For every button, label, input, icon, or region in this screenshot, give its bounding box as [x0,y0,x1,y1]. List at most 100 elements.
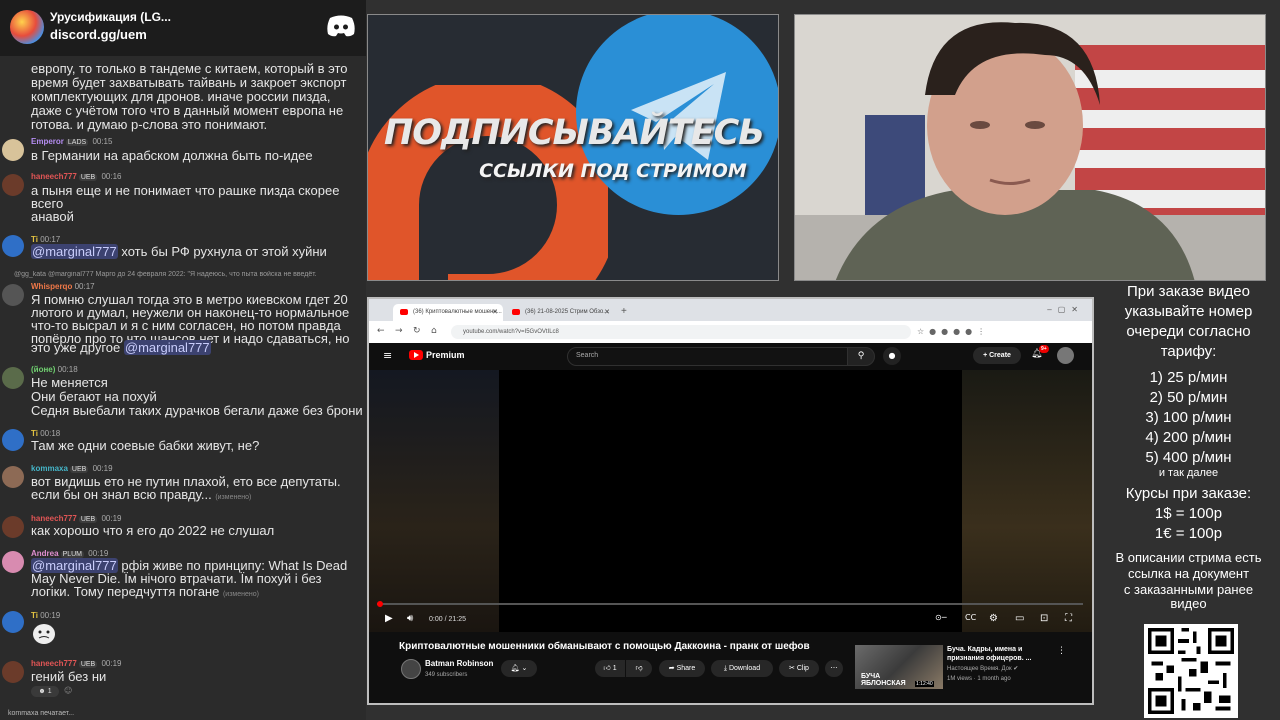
create-button[interactable]: + Create [973,347,1021,364]
message-text: Седня выебали таких дурачков бегали даже… [31,403,363,418]
window-controls[interactable]: –▢✕ [1047,305,1084,314]
volume-icon[interactable]: 🔊︎ [407,613,413,624]
message-text: @marginal777 хоть бы РФ рухнула от этой … [31,244,327,259]
miniplayer-icon[interactable]: ▭ [1015,613,1024,624]
notification-bell-button[interactable]: 🔔︎ ⌄ [501,660,537,677]
browser-extensions[interactable]: ☆●●●●⋮ [917,327,990,336]
settings-gear-icon[interactable]: ⚙ [989,613,998,624]
add-reaction-icon[interactable]: ☺ [64,686,72,695]
user-avatar[interactable] [2,551,24,573]
message-text: готова. и думаю р-слова это понимают. [31,117,268,132]
timestamp: 00:19 [101,659,122,668]
fullscreen-icon[interactable]: ⛶ [1065,613,1072,624]
rate-eur: 1€ = 100р [1154,525,1223,542]
autoplay-toggle[interactable]: ⊙─ [935,613,947,622]
user-avatar[interactable] [2,661,24,683]
tab-label: (36) 21-08-2025 Стрим Обзо... [525,309,609,315]
url-input[interactable]: youtube.com/watch?v=I5GvOVtILc8 [451,325,911,339]
info-line: указывайте номер [1124,303,1253,320]
role-badge: LADS [65,139,89,146]
edited-marker: (изменено) [215,494,252,501]
user-avatar[interactable] [2,284,24,306]
back-icon[interactable]: ← [377,326,385,336]
time-display: 0:00 / 21:25 [429,616,466,623]
dislike-button[interactable]: 👎︎ [626,660,652,677]
promo-title: ПОДПИСЫВАЙТЕСЬ [384,113,765,153]
account-avatar[interactable] [1057,347,1074,364]
home-icon[interactable]: ⌂ [431,326,437,336]
timestamp: 00:19 [88,549,109,558]
youtube-brand[interactable]: Premium [426,350,465,360]
progress-scrubber[interactable] [377,601,383,607]
username[interactable]: (йоне) [31,365,55,374]
username[interactable]: haneech777 [31,659,77,668]
close-tab-icon[interactable]: ✕ [604,308,610,316]
timestamp: 00:19 [40,611,61,620]
recommended-video-title[interactable]: Буча. Кадры, имена и признания офицеров.… [947,645,1057,663]
youtube-favicon-icon [400,309,408,315]
share-button[interactable]: ➦ Share [659,660,705,677]
recommended-video-thumbnail[interactable]: БУЧА ЯБЛОНСКАЯ 1:12:40 [855,645,943,689]
channel-avatar[interactable] [401,659,421,679]
youtube-logo-icon[interactable] [409,350,423,360]
reload-icon[interactable]: ↻ [413,326,421,336]
recommended-video-channel[interactable]: Настоящее Время. Док ✔ [947,665,1018,672]
message-text: а пыня еще и не понимает что рашке пизда… [31,183,340,198]
menu-icon[interactable]: ≡ [383,349,392,362]
role-badge: UEB [78,661,98,668]
timestamp: 00:17 [40,235,61,244]
message-text: Там же одни соевые бабки живут, не? [31,438,260,453]
close-tab-icon[interactable]: ✕ [492,308,498,316]
user-mention[interactable]: @marginal777 [31,244,118,259]
forward-icon[interactable]: → [395,326,403,336]
browser-tab[interactable]: (36) 21-08-2025 Стрим Обзо... ✕ [505,304,615,321]
user-avatar[interactable] [2,516,24,538]
user-avatar[interactable] [2,466,24,488]
username[interactable]: Whisperqo [31,282,72,291]
new-tab-icon[interactable]: + [621,306,627,317]
tariff-item: 2) 50 р/мин [1149,389,1228,406]
channel-name[interactable]: Batman Robinson [425,659,493,668]
more-actions-button[interactable]: ⋯ [825,660,843,677]
username[interactable]: Emperor [31,137,64,146]
download-icon: ⤓ [723,665,727,672]
clip-button[interactable]: ✂ Clip [779,660,819,677]
more-options-icon[interactable]: ⋮ [1057,646,1066,656]
reply-preview[interactable]: @gg_kata @marginal777 Марго до 24 феврал… [14,271,354,278]
like-button[interactable]: 👍︎ 1 [595,660,625,677]
courses-title: Курсы при заказе: [1125,485,1252,502]
username[interactable]: Andrea [31,549,59,558]
user-avatar[interactable] [2,139,24,161]
user-avatar[interactable] [2,235,24,257]
subscriber-count: 349 subscribers [425,672,468,678]
video-player[interactable]: ▶ 🔊︎ 0:00 / 21:25 ⊙─ CC ⚙ ▭ ⊡ ⛶ [369,370,1092,632]
message-text: комплектующих для дронов. иначе россии п… [31,89,331,104]
username[interactable]: kommaxa [31,464,68,473]
user-avatar[interactable] [2,174,24,196]
username[interactable]: haneech777 [31,172,77,181]
search-icon[interactable]: ⚲ [847,347,875,366]
cast-icon[interactable]: ⊡ [1040,613,1048,624]
microphone-icon[interactable]: ● [883,347,901,365]
username[interactable]: haneech777 [31,514,77,523]
user-mention[interactable]: @marginal777 [123,340,211,355]
message-text: европу, то только в тандеме с китаем, ко… [31,61,348,76]
user-avatar[interactable] [2,611,24,633]
reaction-button[interactable]: ☻ 1 [31,686,59,697]
subtitles-icon[interactable]: CC [965,613,976,622]
username[interactable]: Ti [31,611,38,620]
message-text: даже с учётом того что в данный момент е… [31,103,344,118]
play-icon[interactable]: ▶ [385,613,393,624]
user-avatar[interactable] [2,367,24,389]
notification-badge: 9+ [1039,345,1049,353]
progress-bar[interactable] [377,603,1083,605]
download-button[interactable]: ⤓ Download [711,660,773,677]
username[interactable]: Ti [31,235,38,244]
username[interactable]: Ti [31,429,38,438]
meme-face-sticker[interactable] [31,622,57,646]
browser-tab-active[interactable]: (36) Криптовалютные мошенн... ✕ [393,304,503,321]
video-duration: 1:12:40 [915,681,934,687]
server-invite-link[interactable]: discord.gg/uem [50,27,147,42]
search-input[interactable]: Search [567,347,849,366]
user-avatar[interactable] [2,429,24,451]
